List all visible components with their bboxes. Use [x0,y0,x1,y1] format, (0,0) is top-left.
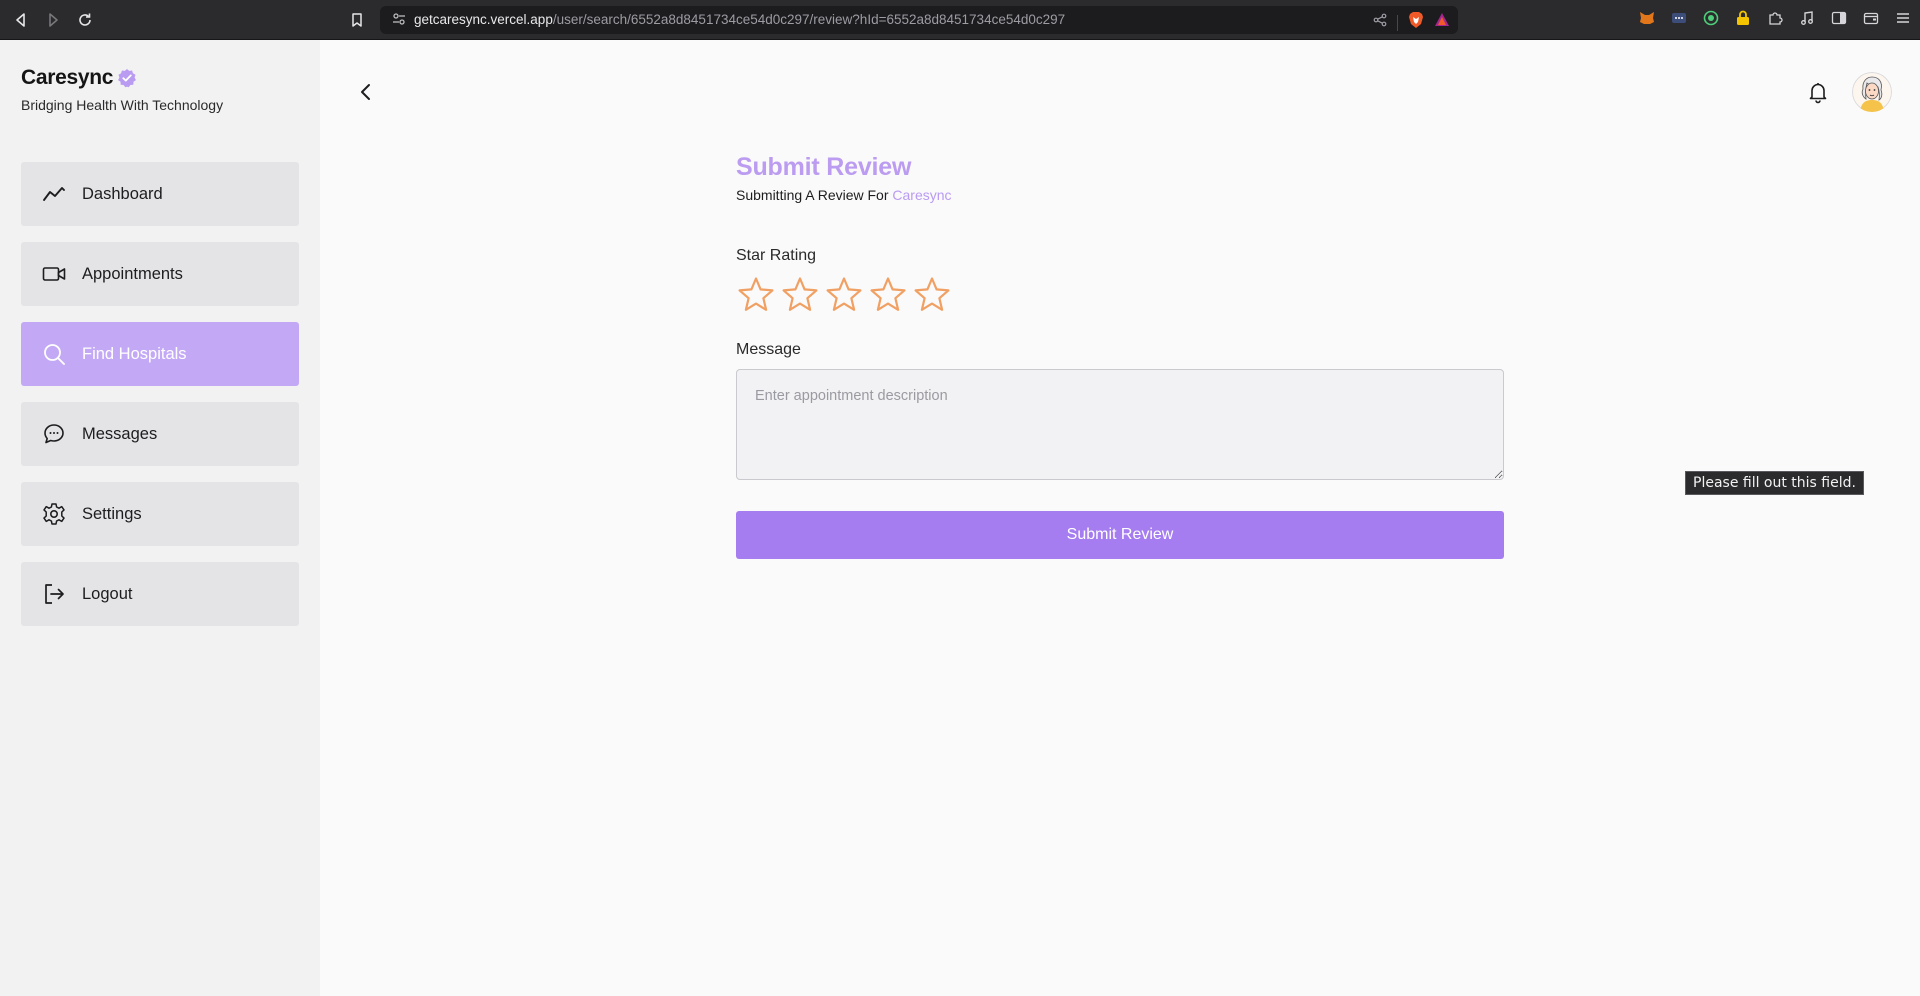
page-title: Submit Review [736,153,912,181]
address-bar[interactable]: getcaresync.vercel.app/user/search/6552a… [380,6,1458,34]
search-icon [42,342,66,366]
subtitle-prefix: Submitting A Review For [736,187,889,203]
message-label: Message [736,341,801,358]
bell-icon[interactable] [1806,80,1830,104]
sidebar-item-label: Dashboard [82,184,163,203]
verified-badge-icon [118,69,137,88]
sidebar-item-logout[interactable]: Logout [21,562,299,626]
wallet-icon[interactable] [1862,9,1880,27]
vpn-icon[interactable] [1702,9,1720,27]
extension-icon[interactable] [1670,9,1688,27]
sidebar-item-messages[interactable]: Messages [21,402,299,466]
sidebar-item-dashboard[interactable]: Dashboard [21,162,299,226]
lock-icon[interactable] [1734,9,1752,27]
back-icon[interactable] [9,8,33,32]
star-2-icon[interactable] [780,275,820,315]
validation-tooltip: Please fill out this field. [1685,471,1864,495]
chart-line-icon [42,182,66,206]
brand-name: Caresync [21,66,114,89]
share-icon[interactable] [1373,13,1387,32]
chat-icon [42,422,66,446]
message-textarea[interactable] [736,369,1504,480]
sidebar-nav: Dashboard Appointments Find Hospitals Me… [21,162,299,642]
sidebar-item-label: Find Hospitals [82,344,187,363]
site-settings-icon[interactable] [392,12,406,31]
metamask-icon[interactable] [1638,9,1656,27]
sidebar-item-settings[interactable]: Settings [21,482,299,546]
review-form: Submit Review Submitting A Review For Ca… [736,153,1504,559]
brand: Caresync Bridging Health With Technology [21,66,223,113]
sidebar-item-label: Messages [82,424,158,443]
star-rating [736,275,1504,315]
avatar[interactable] [1852,72,1892,112]
url-text: getcaresync.vercel.app/user/search/6552a… [414,12,1066,27]
video-icon [42,262,66,286]
star-5-icon[interactable] [912,275,952,315]
sidebar-item-find-hospitals[interactable]: Find Hospitals [21,322,299,386]
music-icon[interactable] [1798,9,1816,27]
forward-icon[interactable] [41,8,65,32]
star-rating-label: Star Rating [736,247,817,264]
sidebar: Caresync Bridging Health With Technology… [0,40,320,996]
sidebar-item-label: Settings [82,504,142,523]
puzzle-icon[interactable] [1766,9,1784,27]
reload-icon[interactable] [73,8,97,32]
star-3-icon[interactable] [824,275,864,315]
submit-review-button[interactable]: Submit Review [736,511,1504,559]
brave-rewards-icon[interactable] [1434,12,1450,33]
page-subtitle: Submitting A Review For Caresync [736,187,1504,203]
browser-toolbar: getcaresync.vercel.app/user/search/6552a… [0,0,1920,40]
sidebar-item-appointments[interactable]: Appointments [21,242,299,306]
back-arrow-icon[interactable] [354,80,378,104]
brand-tagline: Bridging Health With Technology [21,97,224,113]
star-1-icon[interactable] [736,275,776,315]
brave-shield-icon[interactable] [1408,11,1424,34]
sidebar-item-label: Appointments [82,264,183,283]
sidebar-icon[interactable] [1830,9,1848,27]
menu-icon[interactable] [1894,9,1912,27]
review-target: Caresync [892,187,952,203]
gear-icon [42,502,66,526]
star-4-icon[interactable] [868,275,908,315]
sidebar-item-label: Logout [82,584,133,603]
bookmark-icon[interactable] [345,8,369,32]
main-content: Submit Review Submitting A Review For Ca… [320,40,1920,996]
logout-icon [42,582,66,606]
